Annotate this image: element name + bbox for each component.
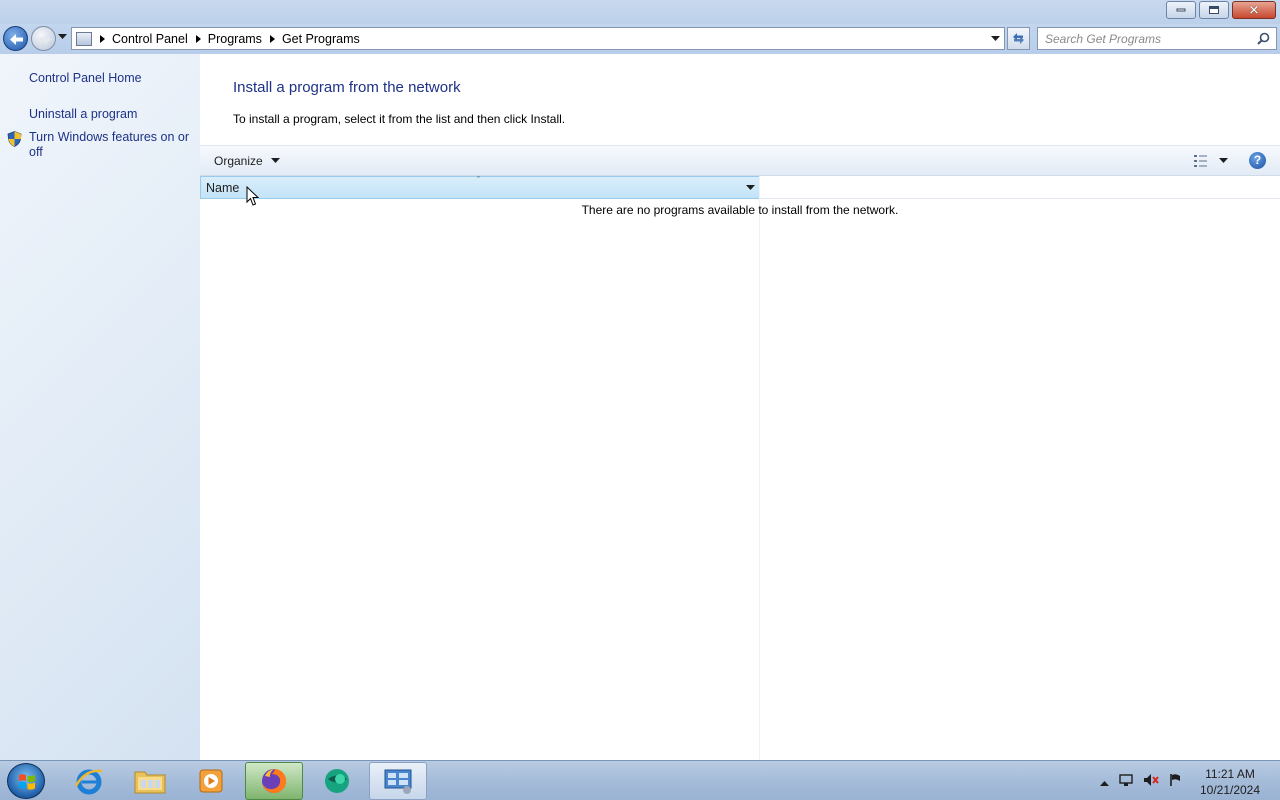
system-tray [1100, 773, 1193, 790]
instructions-text: To install a program, select it from the… [233, 112, 566, 126]
show-hidden-icons-icon[interactable] [1100, 775, 1109, 789]
minimize-icon [1176, 8, 1186, 12]
help-icon[interactable]: ? [1249, 152, 1266, 169]
folder-icon [134, 771, 166, 794]
window-controls: ✕ [1163, 1, 1276, 19]
navigation-bar: Control Panel Programs Get Programs [0, 24, 1280, 54]
search-box[interactable] [1037, 27, 1277, 50]
windows-logo-icon [19, 774, 35, 790]
recent-pages-dropdown[interactable] [58, 34, 67, 40]
list-header: ˆ Name [200, 175, 1280, 199]
organize-menu[interactable]: Organize [214, 154, 280, 168]
taskbar-internet-explorer[interactable] [60, 762, 118, 800]
column-header-name-label: Name [206, 181, 240, 195]
breadcrumb-arrow-icon[interactable] [269, 34, 275, 43]
taskbar-media-player[interactable] [182, 762, 240, 800]
internet-explorer-icon [74, 769, 103, 795]
mouse-cursor-icon [246, 186, 260, 206]
search-input[interactable] [1038, 28, 1248, 49]
breadcrumb-arrow-icon[interactable] [100, 34, 105, 43]
title-bar: ✕ [0, 0, 1280, 24]
breadcrumb-arrow-icon[interactable] [195, 34, 201, 43]
refresh-icon [1013, 33, 1024, 44]
page-title: Install a program from the network [233, 79, 461, 96]
breadcrumb-control-panel[interactable]: Control Panel [112, 32, 188, 46]
main-content: Install a program from the network To in… [200, 54, 1280, 760]
taskbar-windows-explorer[interactable] [121, 762, 179, 800]
media-player-icon [199, 769, 223, 793]
clock-time: 11:21 AM [1205, 767, 1255, 781]
change-view-icon[interactable] [1193, 154, 1209, 168]
address-history-dropdown[interactable] [991, 36, 1000, 42]
start-button[interactable] [7, 763, 45, 799]
back-arrow-icon [10, 34, 23, 45]
uninstall-program-link[interactable]: Uninstall a program [29, 107, 137, 122]
command-bar: Organize ? [200, 145, 1280, 176]
restore-button[interactable] [1199, 1, 1229, 19]
back-button[interactable] [3, 26, 28, 51]
minimize-button[interactable] [1166, 1, 1196, 19]
clock-date: 10/21/2024 [1199, 783, 1261, 797]
windows-features-link[interactable]: Turn Windows features on or off [29, 130, 194, 160]
browser-globe-icon [325, 769, 349, 793]
volume-muted-icon[interactable] [1143, 773, 1159, 790]
taskbar: 11:21 AM 10/21/2024 [0, 760, 1280, 800]
search-icon[interactable] [1257, 32, 1270, 45]
taskbar-firefox[interactable] [245, 762, 303, 800]
column-divider [759, 176, 760, 760]
sort-ascending-icon: ˆ [477, 175, 480, 185]
close-icon: ✕ [1248, 2, 1260, 18]
address-bar[interactable]: Control Panel Programs Get Programs [71, 27, 1005, 50]
chevron-down-icon [270, 158, 280, 163]
forward-arrow-icon [38, 34, 51, 45]
network-icon[interactable] [1119, 773, 1133, 790]
restore-icon [1209, 6, 1219, 14]
firefox-icon [262, 768, 287, 793]
forward-button[interactable] [31, 26, 56, 51]
system-clock[interactable]: 11:21 AM 10/21/2024 [1190, 766, 1270, 798]
breadcrumb-get-programs[interactable]: Get Programs [282, 32, 360, 46]
action-center-flag-icon[interactable] [1169, 773, 1183, 790]
task-pane: Control Panel Home Uninstall a program T… [0, 54, 200, 760]
taskbar-control-panel[interactable] [369, 762, 427, 800]
empty-list-message: There are no programs available to insta… [581, 203, 899, 217]
control-panel-icon [384, 769, 412, 794]
uac-shield-icon [7, 131, 22, 147]
control-panel-icon [76, 31, 92, 46]
refresh-button[interactable] [1007, 27, 1030, 50]
organize-label: Organize [214, 154, 263, 168]
control-panel-home-link[interactable]: Control Panel Home [29, 71, 142, 86]
breadcrumb-programs[interactable]: Programs [208, 32, 262, 46]
close-button[interactable]: ✕ [1232, 1, 1276, 19]
taskbar-browser[interactable] [308, 762, 366, 800]
more-options-dropdown[interactable] [1219, 158, 1228, 164]
column-filter-dropdown[interactable] [746, 185, 755, 191]
column-header-name[interactable]: ˆ Name [200, 175, 760, 199]
